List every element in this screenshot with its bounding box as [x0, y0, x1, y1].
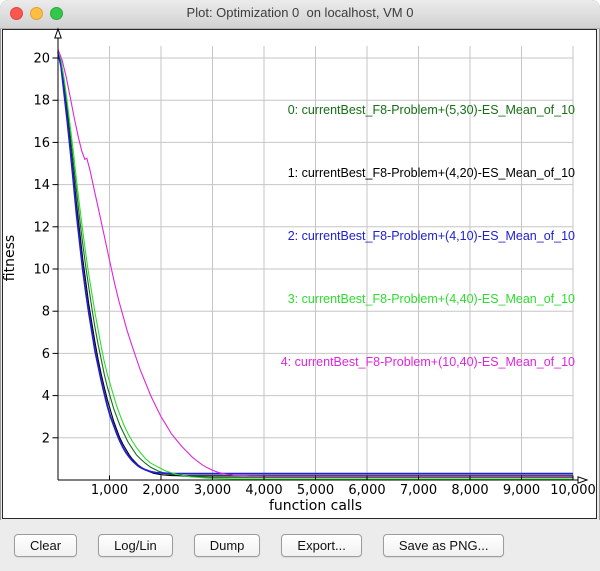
legend-entry: 4: currentBest_F8-Problem+(10,40)-ES_Mea… [281, 352, 575, 373]
legend-entry: 3: currentBest_F8-Problem+(4,40)-ES_Mean… [281, 289, 575, 310]
dump-button[interactable]: Dump [194, 534, 261, 557]
export-button[interactable]: Export... [281, 534, 361, 557]
window-title: Plot: Optimization 0 on localhost, VM 0 [0, 5, 600, 20]
clear-button[interactable]: Clear [14, 534, 77, 557]
save-as-png-button[interactable]: Save as PNG... [383, 534, 505, 557]
legend-entry: 1: currentBest_F8-Problem+(4,20)-ES_Mean… [281, 163, 575, 184]
button-bar: Clear Log/Lin Dump Export... Save as PNG… [0, 520, 600, 571]
loglin-button[interactable]: Log/Lin [98, 534, 173, 557]
legend-entry: 0: currentBest_F8-Problem+(5,30)-ES_Mean… [281, 100, 575, 121]
legend-entry: 2: currentBest_F8-Problem+(4,10)-ES_Mean… [281, 226, 575, 247]
titlebar: Plot: Optimization 0 on localhost, VM 0 [0, 0, 600, 29]
chart-legend: 0: currentBest_F8-Problem+(5,30)-ES_Mean… [281, 58, 575, 415]
plot-window: Plot: Optimization 0 on localhost, VM 0 … [0, 0, 600, 571]
